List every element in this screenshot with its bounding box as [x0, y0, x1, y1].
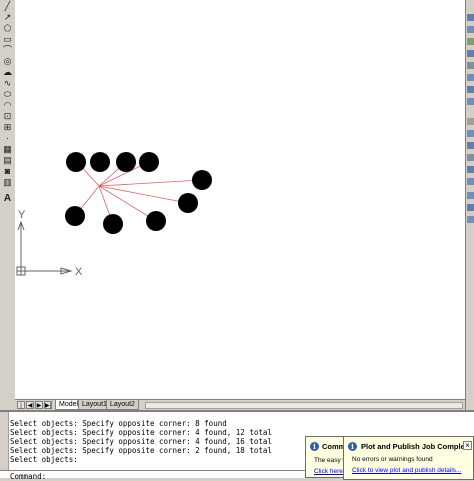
ucs-x-label: X — [75, 266, 83, 278]
region-icon[interactable]: ◙ — [2, 167, 13, 176]
close-icon[interactable]: × — [463, 441, 472, 450]
trim-icon[interactable] — [467, 130, 474, 137]
last-tab-button[interactable]: ▶| — [44, 401, 52, 409]
circle-icon[interactable]: ◎ — [2, 57, 13, 66]
draw-toolbar: ╱ ↗ ⬠ ▭ ⌒ ◎ ☁ ∿ ⬭ ◠ ⊡ ⊞ · ▦ ▤ ◙ ▥ A — [0, 0, 16, 410]
circles — [65, 152, 212, 234]
copy-icon[interactable] — [467, 26, 474, 33]
extend-icon[interactable] — [467, 142, 474, 149]
break-icon[interactable] — [467, 154, 474, 161]
first-tab-button[interactable]: |◀ — [17, 401, 25, 417]
hatch-icon[interactable]: ▦ — [2, 145, 13, 154]
chamfer-icon[interactable] — [467, 178, 474, 185]
prev-tab-button[interactable]: ◀ — [26, 401, 34, 409]
command-window-handle[interactable] — [0, 412, 9, 470]
filled-circle[interactable] — [178, 193, 198, 213]
ellipse-icon[interactable]: ⬭ — [2, 90, 13, 99]
filled-circle[interactable] — [116, 152, 136, 172]
make-block-icon[interactable]: ⊞ — [2, 123, 13, 132]
polygon-icon[interactable]: ⬠ — [2, 24, 13, 33]
ellipse-arc-icon[interactable]: ◠ — [2, 101, 13, 110]
properties-icon[interactable] — [467, 216, 474, 223]
command-prompt[interactable]: Command: — [10, 472, 46, 481]
notification-balloon-plot[interactable]: i Plot and Publish Job Complete × No err… — [343, 436, 474, 480]
filled-circle[interactable] — [139, 152, 159, 172]
filled-circle[interactable] — [65, 206, 85, 226]
table-icon[interactable]: ▥ — [2, 178, 13, 187]
balloon-link[interactable]: Click here — [314, 468, 343, 475]
point-icon[interactable]: · — [2, 134, 13, 143]
scale-icon[interactable] — [467, 98, 474, 105]
filled-circle[interactable] — [103, 214, 123, 234]
rotate-icon[interactable] — [467, 86, 474, 93]
info-icon: i — [310, 442, 319, 451]
filled-circle[interactable] — [66, 152, 86, 172]
command-window: Select objects: Specify opposite corner:… — [0, 410, 474, 481]
horizontal-scrollbar[interactable] — [145, 402, 463, 409]
join-icon[interactable] — [467, 166, 474, 173]
command-history-line: Select objects: — [10, 455, 78, 464]
filled-circle[interactable] — [90, 152, 110, 172]
spline-icon[interactable]: ∿ — [2, 79, 13, 88]
polyline-icon[interactable]: ↗ — [2, 13, 13, 22]
gradient-icon[interactable]: ▤ — [2, 156, 13, 165]
mirror-icon[interactable] — [467, 38, 474, 45]
line-icon[interactable]: ╱ — [2, 2, 13, 11]
filled-circle[interactable] — [146, 211, 166, 231]
ucs-icon — [16, 220, 73, 276]
stretch-icon[interactable] — [467, 118, 474, 125]
balloon-title: Plot and Publish Job Complete — [361, 442, 472, 451]
multiline-text-icon[interactable]: A — [2, 194, 13, 204]
revcloud-icon[interactable]: ☁ — [2, 68, 13, 77]
fillet-icon[interactable] — [467, 192, 474, 199]
offset-icon[interactable] — [467, 50, 474, 57]
modify-toolbar — [465, 0, 474, 410]
balloon-details-link[interactable]: Click to view plot and publish details..… — [352, 467, 461, 474]
connector-line — [98, 179, 202, 187]
arc-icon[interactable]: ⌒ — [2, 46, 13, 55]
balloon-title: Comm — [322, 442, 346, 451]
selection-lines — [74, 161, 202, 225]
erase-icon[interactable] — [467, 14, 474, 21]
rectangle-icon[interactable]: ▭ — [2, 35, 13, 44]
move-icon[interactable] — [467, 74, 474, 81]
next-tab-button[interactable]: ▶ — [35, 401, 43, 409]
explode-icon[interactable] — [467, 204, 474, 211]
ucs-y-label: Y — [18, 209, 26, 221]
tab-layout2[interactable]: Layout2 — [106, 400, 139, 410]
drawing-canvas[interactable]: Y X — [15, 0, 465, 399]
info-icon: i — [348, 442, 357, 451]
balloon-text: No errors or warnings found — [352, 456, 433, 463]
array-icon[interactable] — [467, 62, 474, 69]
filled-circle[interactable] — [192, 170, 212, 190]
insert-block-icon[interactable]: ⊡ — [2, 112, 13, 121]
drawing-svg: Y X — [16, 152, 212, 278]
